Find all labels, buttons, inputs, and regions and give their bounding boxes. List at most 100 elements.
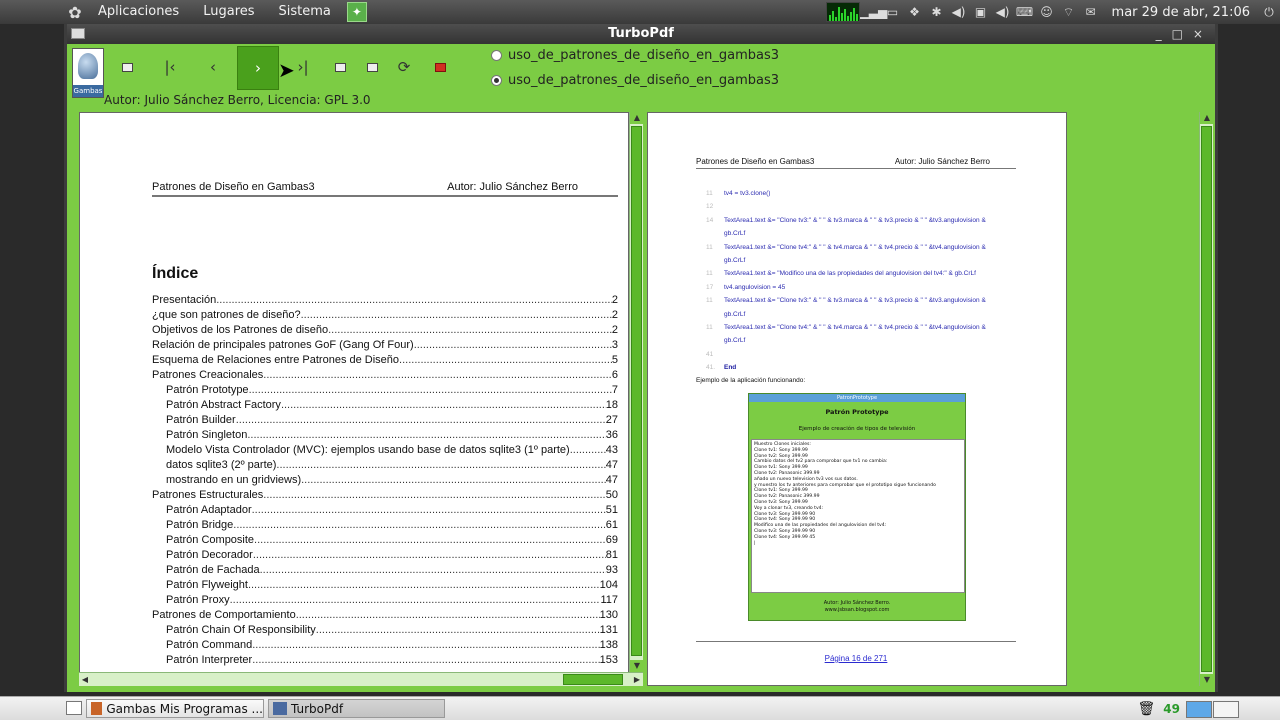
toc-entry[interactable]: Patrón Decorador 81	[152, 548, 618, 563]
toc-entry[interactable]: mostrando en un gridviews) 47	[152, 473, 618, 488]
left-vertical-thumb[interactable]	[631, 126, 642, 656]
toc-entry-leader	[216, 293, 612, 308]
system-tray: ▁▃▅ ▭ ❖ ✱ ◀) ▣ ◀) ⌨ ☺ ⌔ ✉ mar 29 de abr,…	[825, 0, 1280, 24]
toc-entry-title: Patrón Flyweight	[166, 579, 248, 591]
battery-icon[interactable]: ▭	[882, 5, 904, 19]
workspace-2[interactable]	[1213, 700, 1239, 718]
scroll-right-arrow-icon[interactable]: ▶	[631, 673, 643, 686]
toc-entry[interactable]: Patrón Chain Of Responsibility 131	[152, 623, 618, 638]
scroll-up-arrow-icon[interactable]: ▲	[630, 112, 644, 124]
volume-icon-2[interactable]: ◀)	[992, 5, 1014, 19]
toc-entry[interactable]: Patrón Composite 69	[152, 533, 618, 548]
volume-icon[interactable]: ◀)	[948, 5, 970, 19]
previous-page-button[interactable]: ‹	[198, 52, 228, 82]
workspace-1[interactable]	[1186, 700, 1212, 718]
toc-entry[interactable]: Relación de principales patrones GoF (Ga…	[152, 338, 618, 353]
open-file-button[interactable]	[112, 52, 142, 82]
left-horizontal-thumb[interactable]	[563, 674, 623, 685]
document-option-1[interactable]: uso_de_patrones_de_diseño_en_gambas3	[491, 48, 779, 63]
toc-entry[interactable]: Patrón Singleton 36	[152, 428, 618, 443]
toc-entry[interactable]: Patrones de Comportamiento 130	[152, 608, 618, 623]
thumbnails-button[interactable]	[357, 52, 387, 82]
first-page-button[interactable]: |‹	[155, 52, 185, 82]
toc-entry[interactable]: Patrón Builder 27	[152, 413, 618, 428]
toc-entry-leader	[247, 428, 605, 443]
logo-label: Gambas	[73, 85, 103, 97]
mail-icon[interactable]: ✉	[1080, 5, 1102, 19]
toc-entry[interactable]: Patrón Proxy 117	[152, 593, 618, 608]
scroll-down-arrow-icon[interactable]: ▼	[630, 660, 644, 672]
toc-entry-leader	[233, 518, 605, 533]
radio-1[interactable]	[491, 50, 502, 61]
left-horizontal-scrollbar[interactable]: ◀ ▶	[79, 672, 643, 686]
right-scroll-up-arrow-icon[interactable]: ▲	[1200, 112, 1214, 124]
toc-entry[interactable]: Patrón Prototype 7	[152, 383, 618, 398]
refresh-button[interactable]: ⟳	[389, 52, 419, 82]
right-vertical-scrollbar[interactable]: ▲ ▼	[1199, 112, 1214, 686]
window-icon[interactable]: ▣	[970, 5, 992, 19]
document-option-2[interactable]: uso_de_patrones_de_diseño_en_gambas3	[491, 73, 779, 88]
code-line: 41. End	[706, 361, 1016, 374]
page-indicator-link[interactable]: Página 16 de 271	[696, 654, 1016, 663]
toc-entry[interactable]: Patrón Command 138	[152, 638, 618, 653]
task-gambas[interactable]: Gambas Mis Programas ...	[86, 699, 264, 718]
network-monitor-icon[interactable]	[825, 2, 860, 22]
menu-sistema[interactable]: Sistema	[267, 0, 343, 24]
left-pdf-page[interactable]: Patrones de Diseño en Gambas3 Autor: Jul…	[79, 112, 629, 686]
screenshot-footer: Autor: Julio Sánchez Berro. www.jsbsan.b…	[749, 600, 965, 614]
code-line: gb.CrLf	[706, 254, 1016, 267]
signal-icon[interactable]: ▁▃▅	[860, 5, 888, 19]
toc-entry-page: 104	[599, 579, 618, 591]
launcher-icon[interactable]: ✦	[346, 2, 367, 22]
show-desktop-icon[interactable]	[66, 701, 82, 715]
right-scroll-down-arrow-icon[interactable]: ▼	[1200, 674, 1214, 686]
toc-entry[interactable]: Presentación 2	[152, 293, 618, 308]
toc-entry-page: 27	[605, 414, 618, 426]
grid-icon	[366, 62, 378, 72]
left-vertical-scrollbar[interactable]: ▲ ▼	[629, 112, 644, 672]
toc-entry[interactable]: datos sqlite3 (2º parte) 47	[152, 458, 618, 473]
toc-entry-leader	[253, 548, 606, 563]
toc-entry[interactable]: Modelo Vista Controlador (MVC): ejemplos…	[152, 443, 618, 458]
gnome-foot-icon[interactable]: ✿	[64, 1, 86, 23]
toc-entry[interactable]: Patrón Abstract Factory 18	[152, 398, 618, 413]
exit-button[interactable]	[425, 52, 455, 82]
left-header-author: Autor: Julio Sánchez Berro	[447, 181, 578, 193]
menu-lugares[interactable]: Lugares	[191, 0, 266, 24]
toc-entry[interactable]: Objetivos de los Patrones de diseño 2	[152, 323, 618, 338]
taskbar-counter: 49	[1163, 702, 1180, 716]
toc-entry[interactable]: Patrones Creacionales 6	[152, 368, 618, 383]
right-vertical-thumb[interactable]	[1201, 126, 1212, 672]
scroll-left-arrow-icon[interactable]: ◀	[79, 673, 91, 686]
trash-icon[interactable]: 🗑	[1138, 701, 1156, 717]
toc-entry[interactable]: Patrón Adaptador 51	[152, 503, 618, 518]
bluetooth-icon[interactable]: ✱	[926, 5, 948, 19]
toc-entry[interactable]: Esquema de Relaciones entre Patrones de …	[152, 353, 618, 368]
fit-width-button[interactable]	[325, 52, 355, 82]
user-icon[interactable]: ☺	[1036, 5, 1058, 19]
toc-entry[interactable]: Patrón Bridge 61	[152, 518, 618, 533]
folder-icon	[121, 62, 133, 72]
clock[interactable]: mar 29 de abr, 21:06	[1102, 5, 1258, 20]
dropbox-icon[interactable]: ❖	[904, 5, 926, 19]
window-titlebar[interactable]: TurboPdf _□×	[67, 24, 1215, 44]
radio-2[interactable]	[491, 75, 502, 86]
toc-entry[interactable]: Patrón Interpreter 153	[152, 653, 618, 668]
network-icon[interactable]: ⌔	[1058, 5, 1080, 20]
window-menu-icon[interactable]	[71, 28, 85, 39]
toc-entry[interactable]: Patrón Flyweight 104	[152, 578, 618, 593]
toc-entry-title: datos sqlite3 (2º parte)	[166, 459, 277, 471]
toc-entry[interactable]: Patrón de Fachada 93	[152, 563, 618, 578]
menu-aplicaciones[interactable]: Aplicaciones	[86, 0, 191, 24]
keyboard-icon[interactable]: ⌨	[1014, 5, 1036, 19]
right-pdf-page[interactable]: Patrones de Diseño en Gambas3 Autor: Jul…	[647, 112, 1067, 686]
window-controls[interactable]: _□×	[1156, 24, 1213, 44]
code-line-text: gb.CrLf	[724, 310, 746, 318]
example-label: Ejemplo de la aplicación funcionando:	[696, 377, 806, 384]
toc-entry[interactable]: Patrones Estructurales 50	[152, 488, 618, 503]
next-page-button[interactable]: ›	[237, 46, 279, 90]
task-turbopdf[interactable]: TurboPdf	[268, 699, 445, 718]
toc-entry-leader	[260, 563, 606, 578]
toc-entry[interactable]: ¿que son patrones de diseño? 2	[152, 308, 618, 323]
power-icon[interactable]: ⏻	[1258, 5, 1280, 20]
